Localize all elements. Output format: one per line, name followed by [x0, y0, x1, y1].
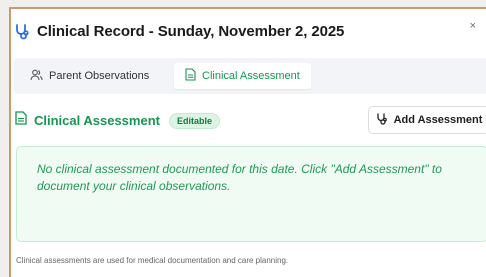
dialog-title: Clinical Record - Sunday, November 2, 20…: [37, 22, 345, 40]
section-title-group: Clinical Assessment Editable: [15, 111, 220, 130]
section-title: Clinical Assessment: [34, 113, 160, 128]
tab-clinical-assessment[interactable]: Clinical Assessment: [174, 63, 311, 89]
tab-parent-observations[interactable]: Parent Observations: [19, 63, 160, 89]
tab-label: Parent Observations: [49, 70, 150, 82]
empty-state-message: No clinical assessment documented for th…: [37, 162, 442, 193]
stethoscope-icon: [13, 22, 31, 40]
document-icon: [15, 111, 27, 130]
add-assessment-label: Add Assessment: [393, 114, 483, 126]
footnote-text: Clinical assessments are used for medica…: [16, 256, 289, 265]
people-icon: [30, 69, 43, 84]
section-header: Clinical Assessment Editable Add Assessm…: [15, 106, 486, 134]
editable-badge: Editable: [168, 112, 220, 129]
tabs-bar: Parent Observations Clinical Assessment: [14, 58, 486, 94]
close-icon[interactable]: ×: [470, 20, 476, 32]
document-icon: [185, 68, 196, 84]
tab-label: Clinical Assessment: [202, 70, 300, 82]
dialog-header: Clinical Record - Sunday, November 2, 20…: [13, 22, 344, 40]
stethoscope-icon: [375, 112, 388, 128]
empty-state-panel: No clinical assessment documented for th…: [16, 146, 486, 242]
add-assessment-button[interactable]: Add Assessment: [368, 106, 486, 134]
